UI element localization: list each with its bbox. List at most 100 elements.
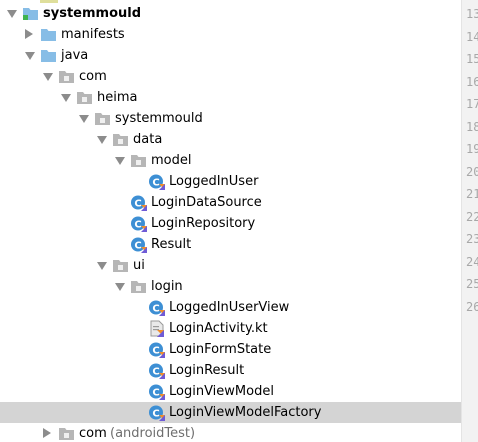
kotlin-class-icon: C <box>148 383 165 400</box>
module-folder-icon <box>22 5 39 22</box>
tree-row-folder-systemmould[interactable]: systemmould <box>0 3 461 24</box>
tree-item-label: manifests <box>61 27 125 42</box>
line-number: 26 <box>466 299 478 314</box>
package-icon <box>76 89 93 106</box>
package-icon <box>130 152 147 169</box>
tree-row-class-loggedinuser[interactable]: C LoggedInUser <box>0 171 461 192</box>
tree-item-label: com <box>79 69 107 84</box>
tree-item-label: ui <box>133 258 145 273</box>
tree-row-class-loginviewmodel[interactable]: C LoginViewModel <box>0 381 461 402</box>
expand-arrow-down-icon[interactable] <box>43 73 53 81</box>
line-number: 23 <box>466 232 478 246</box>
line-number: 18 <box>466 119 478 134</box>
tree-item-label: LoginActivity.kt <box>169 321 268 336</box>
svg-text:C: C <box>152 367 159 378</box>
tree-row-package-ui[interactable]: ui <box>0 255 461 276</box>
tree-item-label: heima <box>97 90 138 105</box>
kotlin-class-icon: C <box>148 173 165 190</box>
line-number: 21 <box>466 187 478 201</box>
tree-row-folder-manifests[interactable]: manifests <box>0 24 461 45</box>
package-icon <box>94 110 111 127</box>
svg-text:C: C <box>152 178 159 189</box>
tree-item-label: Result <box>151 237 192 252</box>
collapse-arrow-right-icon[interactable] <box>43 428 51 438</box>
svg-text:C: C <box>134 241 141 252</box>
expand-arrow-down-icon[interactable] <box>97 262 107 270</box>
tree-row-package-data[interactable]: data <box>0 129 461 150</box>
tree-row-package-model[interactable]: model <box>0 150 461 171</box>
line-number: 19 <box>466 142 478 156</box>
blue-folder-icon <box>40 47 57 64</box>
expand-arrow-down-icon[interactable] <box>79 115 89 123</box>
tree-row-package-login[interactable]: login <box>0 276 461 297</box>
tree-row-package-systemmould[interactable]: systemmould <box>0 108 461 129</box>
svg-text:C: C <box>134 220 141 231</box>
tree-row-class-loggedinuserview[interactable]: C LoggedInUserView <box>0 297 461 318</box>
tree-row-file-loginactivity[interactable]: LoginActivity.kt <box>0 318 461 339</box>
line-number: 22 <box>466 209 478 224</box>
tree-item-label: LoginFormState <box>169 342 272 357</box>
tree-item-label: com <box>79 426 107 441</box>
line-number: 14 <box>466 29 478 44</box>
svg-text:C: C <box>152 388 159 399</box>
package-icon <box>58 425 75 442</box>
tree-item-label: LoggedInUserView <box>169 300 290 315</box>
package-icon <box>112 131 129 148</box>
package-icon <box>130 278 147 295</box>
line-number: 17 <box>466 97 478 111</box>
expand-arrow-down-icon[interactable] <box>61 94 71 102</box>
tree-row-class-loginviewmodelfactory[interactable]: C LoginViewModelFactory <box>0 402 461 423</box>
tree-item-label: LoginViewModel <box>169 384 274 399</box>
line-number: 25 <box>466 277 478 291</box>
kotlin-class-icon: C <box>148 299 165 316</box>
tree-row-class-loginformstate[interactable]: C LoginFormState <box>0 339 461 360</box>
svg-text:C: C <box>152 346 159 357</box>
tree-row-class-logindatasource[interactable]: C LoginDataSource <box>0 192 461 213</box>
tree-item-label: systemmould <box>43 6 142 21</box>
project-tree[interactable]: systemmould manifests java com heima systemmo… <box>0 0 461 442</box>
tree-item-label: LoggedInUser <box>169 174 259 189</box>
expand-arrow-down-icon[interactable] <box>115 283 125 291</box>
kotlin-class-icon: C <box>130 215 147 232</box>
svg-text:C: C <box>152 409 159 420</box>
editor-gutter: 13 14 15 16 17 18 19 20 21 22 23 24 25 26 <box>461 0 478 442</box>
tree-item-label: LoginViewModelFactory <box>169 405 322 420</box>
kotlin-class-icon: C <box>130 236 147 253</box>
package-icon <box>58 68 75 85</box>
svg-text:C: C <box>152 304 159 315</box>
line-number: 20 <box>466 164 478 179</box>
kotlin-class-icon: C <box>148 362 165 379</box>
tree-item-source-set: (androidTest) <box>110 426 196 441</box>
line-number: 13 <box>466 7 478 21</box>
tree-row-package-heima[interactable]: heima <box>0 87 461 108</box>
tree-item-label: LoginDataSource <box>151 195 262 210</box>
kotlin-class-icon: C <box>148 404 165 421</box>
tree-row-class-result[interactable]: C Result <box>0 234 461 255</box>
tree-item-label: java <box>61 48 89 63</box>
expand-arrow-down-icon[interactable] <box>7 10 17 18</box>
expand-arrow-down-icon[interactable] <box>115 157 125 165</box>
expand-arrow-down-icon[interactable] <box>97 136 107 144</box>
tree-item-label: LoginRepository <box>151 216 256 231</box>
kotlin-class-icon: C <box>130 194 147 211</box>
tree-item-label: LoginResult <box>169 363 245 378</box>
tree-row-class-loginrepository[interactable]: C LoginRepository <box>0 213 461 234</box>
tree-item-label: model <box>151 153 192 168</box>
package-icon <box>112 257 129 274</box>
kotlin-file-icon <box>148 320 165 337</box>
tree-row-folder-java[interactable]: java <box>0 45 461 66</box>
line-number: 24 <box>466 254 478 269</box>
kotlin-class-icon: C <box>148 341 165 358</box>
collapse-arrow-right-icon[interactable] <box>25 29 33 39</box>
tree-item-label: systemmould <box>115 111 203 126</box>
line-number: 15 <box>466 52 478 66</box>
blue-folder-icon <box>40 26 57 43</box>
tree-row-package-com-androidtest[interactable]: com (androidTest) <box>0 423 461 442</box>
svg-text:C: C <box>134 199 141 210</box>
tree-row-package-com[interactable]: com <box>0 66 461 87</box>
tree-item-label: data <box>133 132 163 147</box>
tree-row-class-loginresult[interactable]: C LoginResult <box>0 360 461 381</box>
tree-item-label: login <box>151 279 183 294</box>
expand-arrow-down-icon[interactable] <box>25 52 35 60</box>
line-number: 16 <box>466 74 478 89</box>
